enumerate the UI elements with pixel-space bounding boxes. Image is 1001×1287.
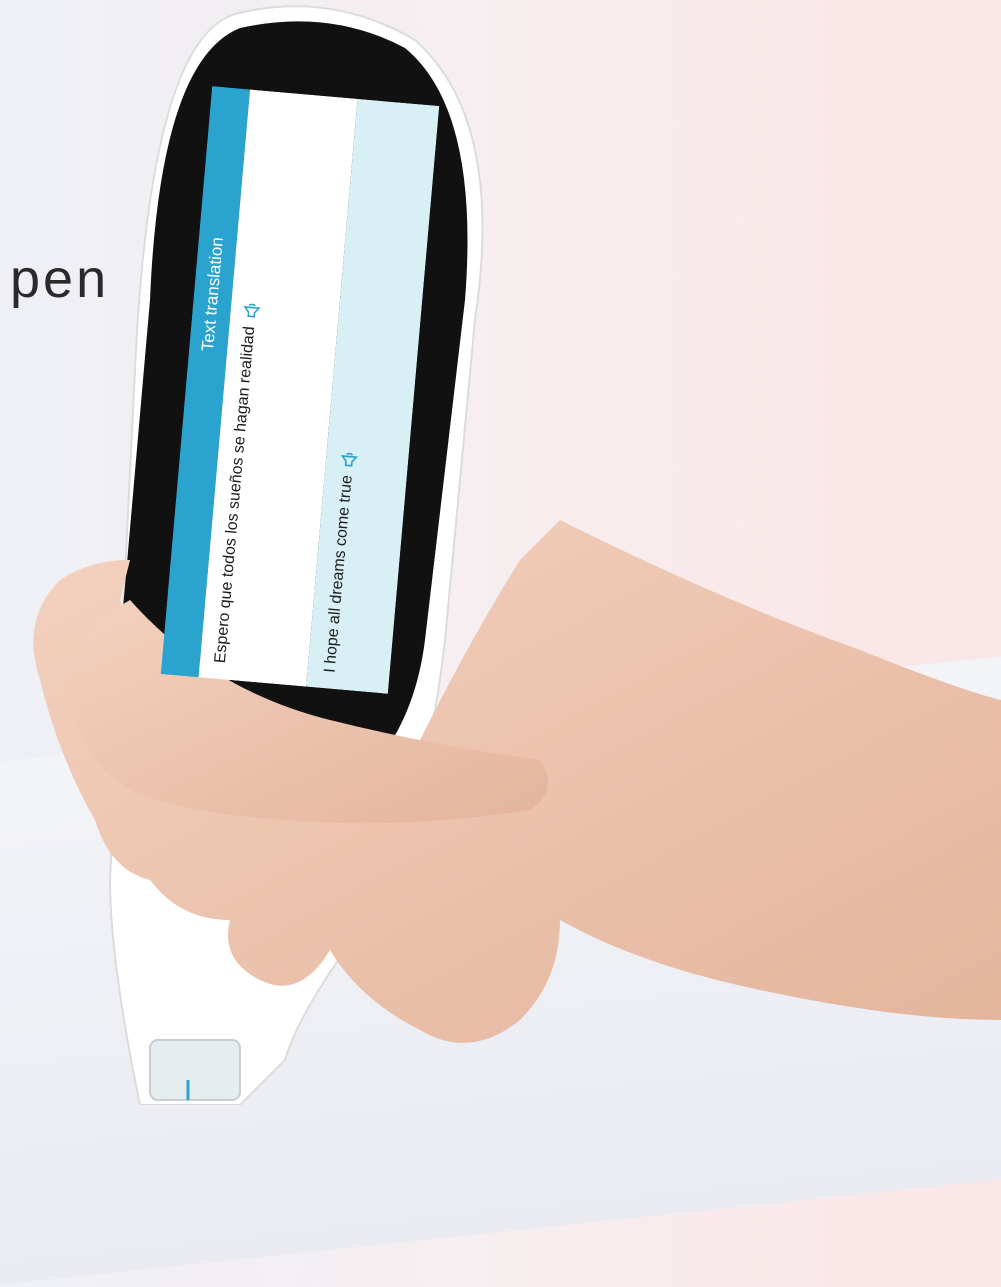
translated-text: I hope all dreams come true xyxy=(321,474,356,674)
pen-scanner-tip xyxy=(149,1039,241,1101)
screen-title: Text translation xyxy=(198,236,227,352)
pen-and-hand-illustration xyxy=(33,5,1001,1105)
speaker-icon[interactable] xyxy=(242,300,262,320)
speaker-icon[interactable] xyxy=(339,448,359,468)
